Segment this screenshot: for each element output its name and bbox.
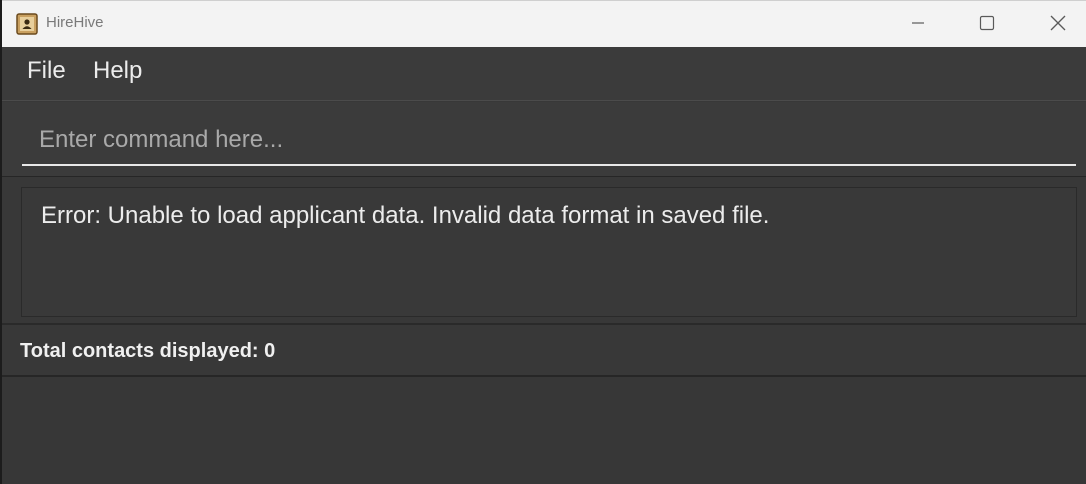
command-box-area xyxy=(2,102,1086,177)
close-button[interactable] xyxy=(1044,11,1072,39)
result-display-panel: Error: Unable to load applicant data. In… xyxy=(2,178,1086,325)
minimize-icon xyxy=(910,15,926,35)
contacts-book-icon xyxy=(16,13,38,35)
maximize-button[interactable] xyxy=(973,11,1001,39)
command-input[interactable] xyxy=(22,116,1076,166)
contact-list[interactable] xyxy=(2,377,1086,484)
status-bar: Total contacts displayed: 0 xyxy=(2,327,1086,377)
contacts-count-label: Total contacts displayed: 0 xyxy=(20,340,276,362)
app-window: HireHive File Help Error: Unable to load… xyxy=(0,0,1086,484)
window-title: HireHive xyxy=(46,14,104,31)
result-message: Error: Unable to load applicant data. In… xyxy=(41,202,770,229)
maximize-icon xyxy=(979,15,995,35)
close-icon xyxy=(1049,14,1067,36)
menu-bar: File Help xyxy=(2,47,1086,101)
menu-file[interactable]: File xyxy=(27,57,66,85)
title-bar[interactable]: HireHive xyxy=(2,0,1086,47)
minimize-button[interactable] xyxy=(904,11,932,39)
result-display: Error: Unable to load applicant data. In… xyxy=(21,187,1077,317)
menu-help[interactable]: Help xyxy=(93,57,142,85)
